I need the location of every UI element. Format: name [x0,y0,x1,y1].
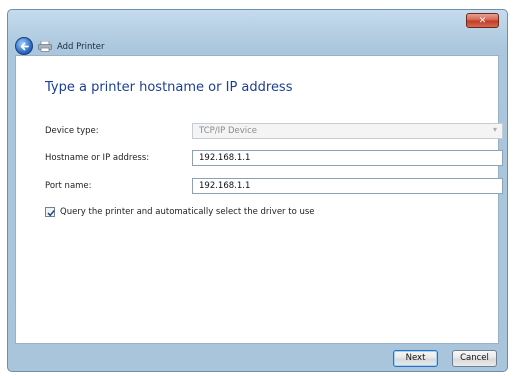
close-icon: ✕ [478,16,487,26]
back-button[interactable] [15,37,33,55]
port-name-label: Port name: [45,181,92,191]
query-printer-label: Query the printer and automatically sele… [60,207,315,217]
wizard-header: Add Printer [7,35,508,57]
chevron-down-icon: ▾ [492,125,497,134]
next-button[interactable]: Next [393,350,438,367]
port-name-input[interactable] [192,178,503,194]
device-type-value: TCP/IP Device [199,126,258,136]
close-button[interactable]: ✕ [466,13,499,28]
page-heading: Type a printer hostname or IP address [45,80,293,95]
checkmark-icon [47,209,55,217]
hostname-input[interactable] [192,150,503,166]
wizard-content [15,55,499,344]
query-printer-checkbox[interactable] [45,207,55,217]
window-title: Add Printer [57,42,105,52]
hostname-label: Hostname or IP address: [45,153,150,163]
printer-icon [38,41,52,52]
device-type-label: Device type: [45,126,99,136]
device-type-select: TCP/IP Device ▾ [192,123,503,139]
back-arrow-icon [20,42,29,51]
cancel-button[interactable]: Cancel [452,350,497,367]
